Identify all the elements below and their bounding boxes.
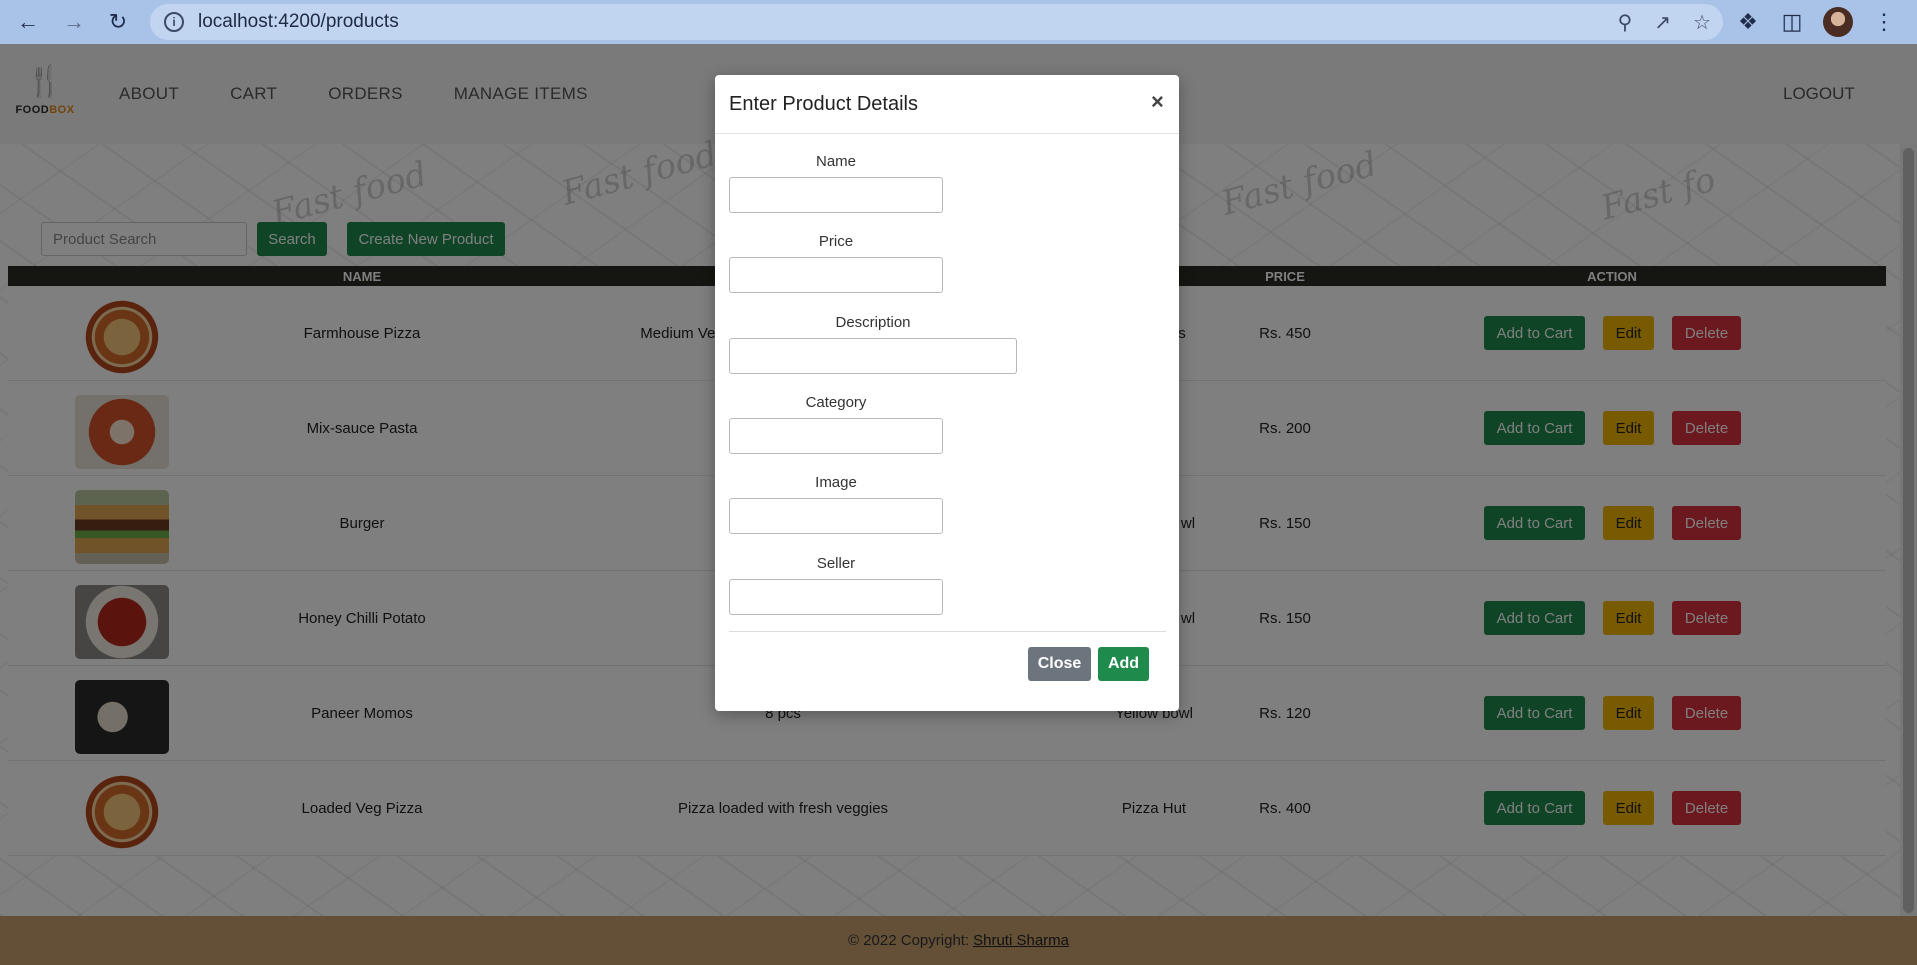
reload-icon[interactable]: ↻	[98, 0, 138, 44]
category-input[interactable]	[729, 418, 943, 454]
price-input[interactable]	[729, 257, 943, 293]
image-input[interactable]	[729, 498, 943, 534]
browser-toolbar: ← → ↻ i localhost:4200/products ⚲ ↗ ☆ ❖ …	[0, 0, 1917, 44]
back-icon[interactable]: ←	[8, 0, 48, 44]
address-bar[interactable]: i localhost:4200/products ⚲ ↗ ☆	[150, 4, 1723, 40]
description-input[interactable]	[729, 338, 1017, 374]
close-button[interactable]: Close	[1028, 647, 1091, 681]
forward-icon[interactable]: →	[54, 0, 94, 44]
modal-header-divider	[715, 133, 1179, 134]
modal-title: Enter Product Details	[729, 93, 918, 115]
description-label: Description	[835, 314, 911, 331]
sidepanel-icon[interactable]: ◫	[1779, 9, 1805, 35]
share-icon[interactable]: ↗	[1654, 10, 1671, 35]
image-label: Image	[815, 474, 857, 491]
extensions-icon[interactable]: ❖	[1735, 9, 1761, 35]
zoom-icon[interactable]: ⚲	[1618, 10, 1633, 35]
url-text[interactable]: localhost:4200/products	[198, 11, 399, 33]
seller-label: Seller	[816, 555, 856, 572]
price-label: Price	[818, 233, 854, 250]
category-label: Category	[805, 394, 867, 411]
star-icon[interactable]: ☆	[1693, 10, 1711, 35]
profile-avatar[interactable]	[1823, 7, 1853, 37]
modal-footer-divider	[729, 631, 1166, 632]
seller-input[interactable]	[729, 579, 943, 615]
info-icon[interactable]: i	[164, 12, 184, 32]
close-icon[interactable]: ×	[1151, 89, 1164, 115]
name-input[interactable]	[729, 177, 943, 213]
product-details-modal: Enter Product Details × Name Price Descr…	[715, 75, 1179, 711]
menu-icon[interactable]: ⋮	[1871, 9, 1897, 35]
name-label: Name	[815, 153, 857, 170]
add-button[interactable]: Add	[1098, 647, 1149, 681]
